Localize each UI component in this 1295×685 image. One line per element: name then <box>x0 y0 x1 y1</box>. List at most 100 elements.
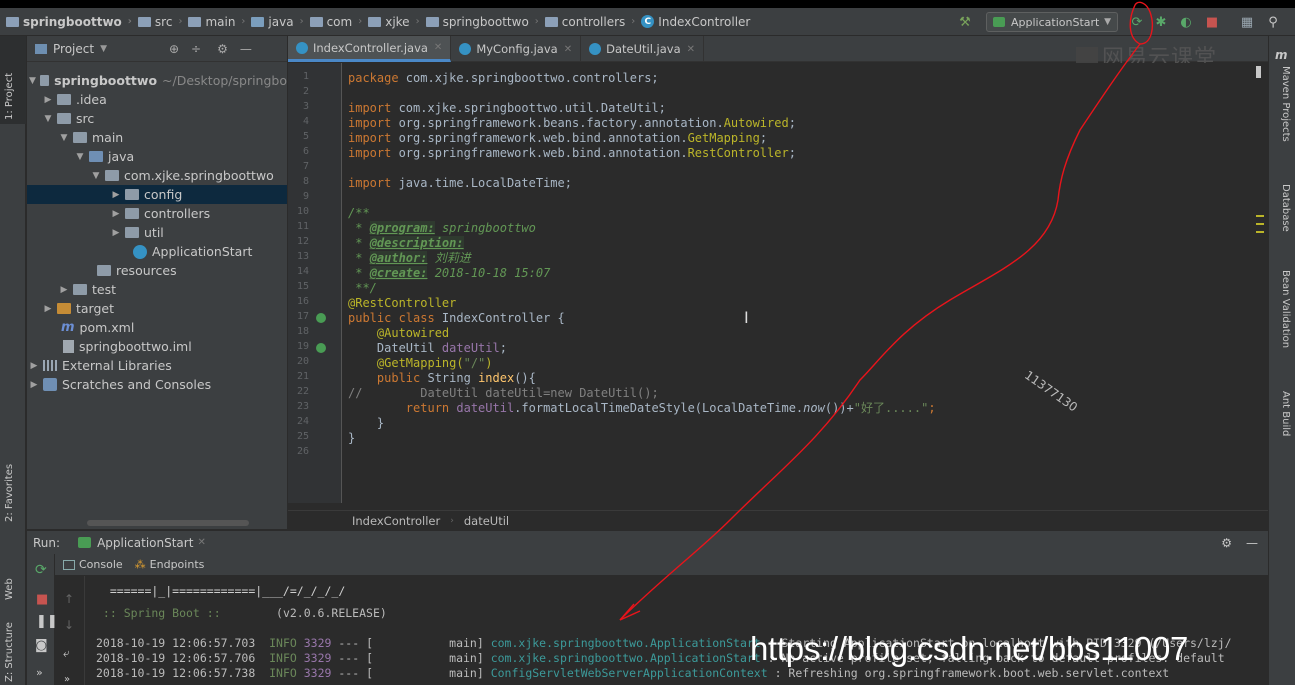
tree-item-java[interactable]: ▼ java <box>27 147 287 166</box>
tree-item-external-libraries[interactable]: ▶ External Libraries <box>27 356 287 375</box>
expand-arrow-icon[interactable]: ▼ <box>29 76 36 86</box>
tree-item-pom[interactable]: m pom.xml <box>27 318 287 337</box>
line-number: 10 <box>296 206 309 217</box>
rerun-icon[interactable]: ⟳ <box>1128 13 1146 31</box>
build-hammer-icon[interactable]: ⚒ <box>956 13 974 31</box>
tool-favorites[interactable]: 2: Favorites <box>4 464 15 522</box>
tab-myconfig[interactable]: MyConfig.java ✕ <box>451 36 582 62</box>
crumb-indexcontroller[interactable]: C IndexController <box>641 15 750 29</box>
horizontal-scrollbar[interactable] <box>87 520 249 526</box>
chevron-down-icon[interactable]: ▼ <box>100 44 107 54</box>
more-icon[interactable]: » <box>36 666 43 679</box>
gear-icon[interactable]: ⚙ <box>217 42 228 56</box>
crumb-springboottwo[interactable]: springboottwo › <box>425 15 539 29</box>
up-arrow-icon[interactable]: ↑ <box>64 592 74 606</box>
console-ascii-line: ======|_|============|___/=/_/_/_/ <box>96 584 346 598</box>
tool-ant-build[interactable]: Ant Build <box>1280 391 1291 436</box>
editor-scroll-thumb[interactable] <box>1256 66 1261 78</box>
tool-bean-validation[interactable]: Bean Validation <box>1280 270 1291 348</box>
expand-arrow-icon[interactable]: ▼ <box>75 152 85 162</box>
rerun-icon[interactable]: ⟳ <box>35 562 47 578</box>
tab-console[interactable]: Console <box>79 558 131 571</box>
project-view-select[interactable]: Project <box>53 42 94 56</box>
tool-database[interactable]: Database <box>1280 184 1291 232</box>
crumb-java[interactable]: java › <box>251 15 304 29</box>
editor-gutter: 1 2 3 4 5 6 7 8 9 10 11 12 13 14 15 16 1… <box>288 63 342 503</box>
gear-icon[interactable]: ⚙ <box>1221 536 1232 550</box>
code-line: import org.springframework.beans.factory… <box>348 116 796 130</box>
warning-marker[interactable] <box>1256 231 1264 233</box>
more-icon[interactable]: » <box>64 674 70 685</box>
breadcrumb-field[interactable]: dateUtil <box>464 514 509 528</box>
soft-wrap-icon[interactable]: ⤶ <box>63 646 70 661</box>
collapse-arrow-icon[interactable]: ▶ <box>43 304 53 314</box>
collapse-arrow-icon[interactable]: ▶ <box>43 95 53 105</box>
tree-item-test[interactable]: ▶ test <box>27 280 287 299</box>
stop-icon[interactable]: ■ <box>1203 13 1221 31</box>
search-icon[interactable]: ⚲ <box>1264 13 1282 31</box>
tree-item-target[interactable]: ▶ target <box>27 299 287 318</box>
crumb-xjke[interactable]: xjke › <box>368 15 420 29</box>
breadcrumb-class[interactable]: IndexController <box>352 514 440 528</box>
collapse-arrow-icon[interactable]: ▶ <box>29 380 39 390</box>
project-structure-icon[interactable]: ▦ <box>1238 13 1256 31</box>
tree-item-config[interactable]: ▶ config <box>27 185 287 204</box>
collapse-all-icon[interactable]: ÷ <box>191 42 201 56</box>
csdn-watermark: https://blog.csdn.net/bbs11007 <box>750 630 1189 667</box>
tree-item-src[interactable]: ▼ src <box>27 109 287 128</box>
line-number: 21 <box>296 371 309 382</box>
tree-item-util[interactable]: ▶ util <box>27 223 287 242</box>
close-icon[interactable]: ✕ <box>687 44 695 55</box>
tool-maven-projects[interactable]: Maven Projects <box>1280 66 1291 142</box>
tool-project[interactable]: 1: Project <box>4 73 15 120</box>
crumb-src[interactable]: src › <box>137 15 182 29</box>
crumb-controllers[interactable]: controllers › <box>544 15 635 29</box>
camera-icon[interactable]: ◙ <box>35 638 48 653</box>
collapse-arrow-icon[interactable]: ▶ <box>111 190 121 200</box>
debug-icon[interactable]: ✱ <box>1152 13 1170 31</box>
warning-marker[interactable] <box>1256 223 1264 225</box>
close-icon[interactable]: ✕ <box>197 537 205 548</box>
collapse-arrow-icon[interactable]: ▶ <box>111 228 121 238</box>
crumb-com[interactable]: com › <box>309 15 362 29</box>
code-editor[interactable]: package com.xjke.springboottwo.controlle… <box>343 63 1265 503</box>
down-arrow-icon[interactable]: ↓ <box>64 618 74 632</box>
tool-structure[interactable]: Z: Structure <box>4 622 15 682</box>
tree-item-idea[interactable]: ▶ .idea <box>27 90 287 109</box>
crumb-main[interactable]: main › <box>188 15 245 29</box>
tree-item-controllers[interactable]: ▶ controllers <box>27 204 287 223</box>
close-icon[interactable]: ✕ <box>434 42 442 53</box>
close-icon[interactable]: ✕ <box>564 44 572 55</box>
scroll-from-source-icon[interactable]: ⊕ <box>169 42 179 56</box>
tab-dateutil[interactable]: DateUtil.java ✕ <box>581 36 705 62</box>
tree-item-iml[interactable]: springboottwo.iml <box>27 337 287 356</box>
tree-item-package[interactable]: ▼ com.xjke.springboottwo <box>27 166 287 185</box>
navigation-bar: springboottwo › src › main › java › com › xjk… <box>0 8 1295 36</box>
warning-marker[interactable] <box>1256 215 1264 217</box>
stop-icon[interactable]: ■ <box>36 592 48 607</box>
tab-indexcontroller[interactable]: IndexController.java ✕ <box>288 36 452 62</box>
collapse-arrow-icon[interactable]: ▶ <box>29 361 39 371</box>
run-configuration-select[interactable]: ApplicationStart ▼ <box>986 12 1118 32</box>
expand-arrow-icon[interactable]: ▼ <box>59 133 69 143</box>
tree-item-resources[interactable]: resources <box>27 261 287 280</box>
package-icon <box>368 16 382 27</box>
collapse-arrow-icon[interactable]: ▶ <box>59 285 69 295</box>
tree-item-main[interactable]: ▼ main <box>27 128 287 147</box>
expand-arrow-icon[interactable]: ▼ <box>43 114 53 124</box>
tab-endpoints[interactable]: Endpoints <box>150 558 205 571</box>
expand-arrow-icon[interactable]: ▼ <box>91 171 101 181</box>
editor-breadcrumb: IndexController › dateUtil <box>288 510 1268 530</box>
tree-item-applicationstart[interactable]: ApplicationStart <box>27 242 287 261</box>
collapse-arrow-icon[interactable]: ▶ <box>111 209 121 219</box>
spring-autowire-gutter-icon[interactable] <box>316 343 326 353</box>
tree-item-springboottwo[interactable]: ▼ springboottwo ~/Desktop/springbo <box>27 71 287 90</box>
hide-panel-icon[interactable]: — <box>240 42 252 56</box>
hide-panel-icon[interactable]: — <box>1246 536 1258 550</box>
spring-bean-gutter-icon[interactable] <box>316 313 326 323</box>
tool-web[interactable]: Web <box>4 578 15 600</box>
coverage-icon[interactable]: ◐ <box>1177 13 1195 31</box>
crumb-project[interactable]: springboottwo › <box>6 15 132 29</box>
tree-item-scratches[interactable]: ▶ Scratches and Consoles <box>27 375 287 394</box>
run-tab-applicationstart[interactable]: ApplicationStart <box>97 536 193 550</box>
